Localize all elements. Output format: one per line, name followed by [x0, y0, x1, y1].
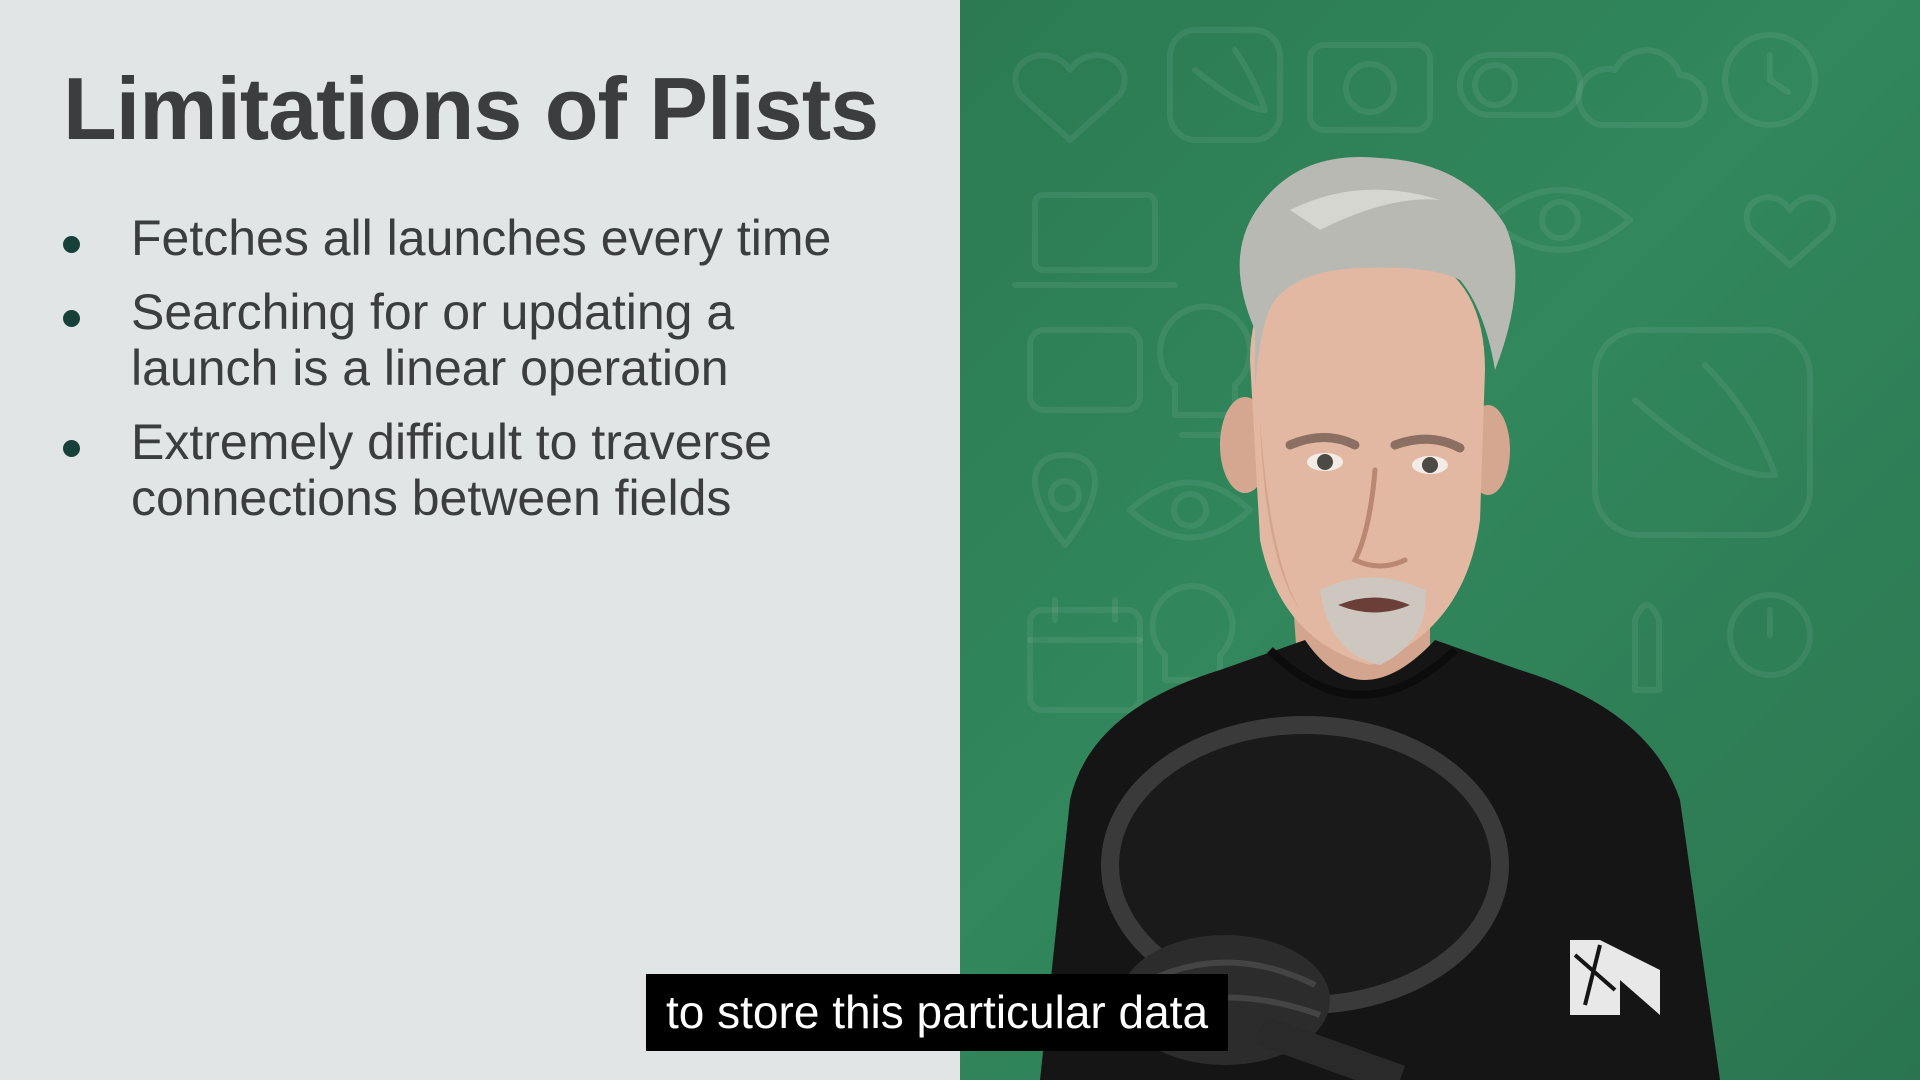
- bullet-item: Fetches all launches every time: [0, 210, 940, 266]
- presenter: [1040, 156, 1720, 1080]
- bullet-item: Searching for or updating a launch is a …: [0, 284, 940, 396]
- bullet-text-line: launch is a linear operation: [131, 340, 729, 396]
- bullet-item: Extremely difficult to traverse connecti…: [0, 414, 940, 526]
- subtitle-caption: to store this particular data: [646, 974, 1229, 1051]
- bullet-text-line: Searching for or updating a: [131, 284, 735, 340]
- slide-panel: Limitations of Plists Fetches all launch…: [0, 0, 960, 1080]
- video-frame: Limitations of Plists Fetches all launch…: [0, 0, 1920, 1080]
- bullet-list: Fetches all launches every time Searchin…: [0, 210, 940, 544]
- slide-title: Limitations of Plists: [63, 59, 879, 158]
- bullet-text-line: Extremely difficult to traverse: [131, 414, 772, 470]
- bullet-dot-icon: [63, 440, 80, 457]
- presenter-video: [960, 0, 1920, 1080]
- bullet-dot-icon: [63, 236, 80, 253]
- bullet-dot-icon: [63, 310, 80, 327]
- bullet-text-line: Fetches all launches every time: [131, 210, 832, 266]
- bullet-text-line: connections between fields: [131, 470, 732, 526]
